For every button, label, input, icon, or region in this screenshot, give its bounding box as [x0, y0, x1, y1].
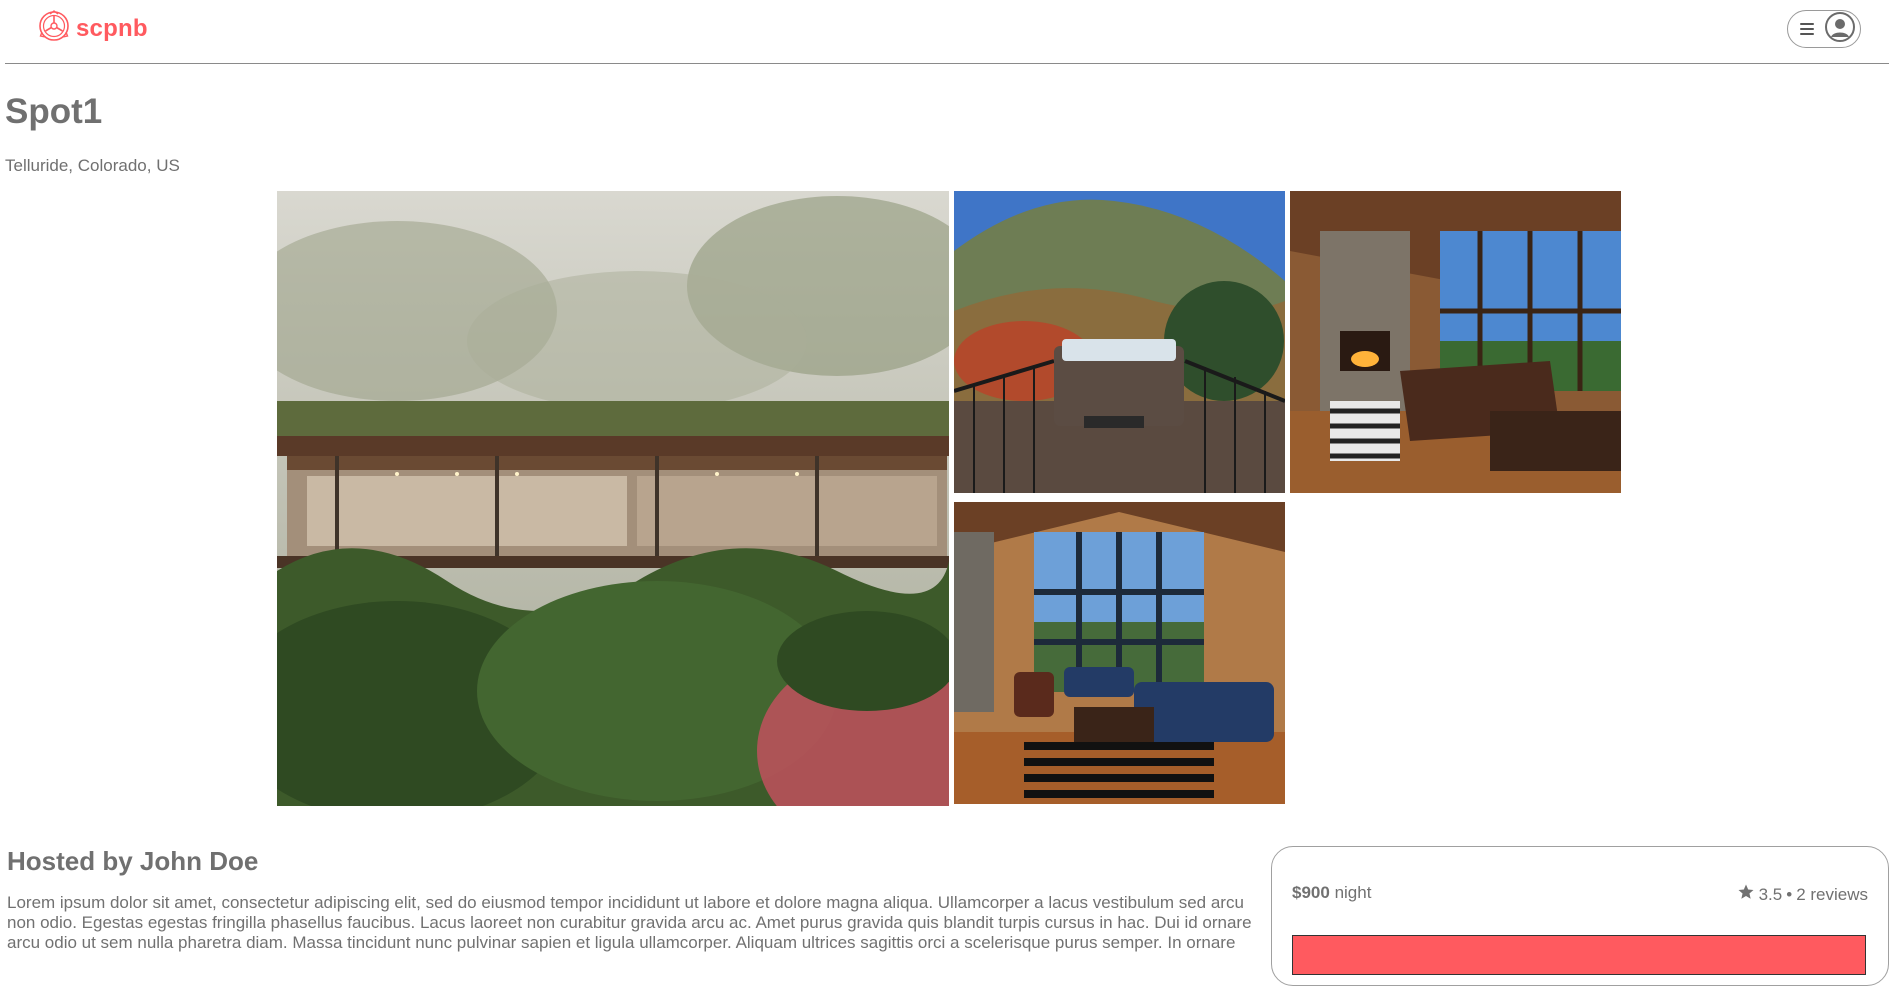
living-room-fireplace-photo[interactable]	[1290, 191, 1621, 493]
review-count[interactable]: 2 reviews	[1796, 885, 1868, 905]
host-heading: Hosted by John Doe	[7, 846, 259, 876]
reserve-button[interactable]	[1292, 935, 1866, 975]
logo-link[interactable]: scpnb	[38, 10, 148, 47]
hot-tub-deck-photo[interactable]	[954, 191, 1285, 493]
top-navigation-bar: scpnb	[5, 0, 1889, 64]
user-avatar-icon	[1825, 11, 1855, 47]
star-icon	[1737, 883, 1755, 906]
spot-title: Spot1	[5, 92, 103, 131]
main-photo[interactable]	[277, 191, 949, 806]
spot-description: Lorem ipsum dolor sit amet, consectetur …	[7, 893, 1252, 952]
living-room-windows-photo[interactable]	[954, 502, 1285, 804]
price-amount: $900	[1292, 883, 1330, 902]
price-per-night: $900 night	[1292, 883, 1371, 903]
price-unit: night	[1334, 883, 1372, 902]
rating-separator: •	[1786, 884, 1793, 904]
rating-value: 3.5	[1758, 884, 1783, 904]
booking-card: $900 night 3.5 • 2 reviews	[1271, 846, 1889, 986]
profile-menu-button[interactable]	[1787, 10, 1861, 48]
scp-logo-icon	[38, 10, 70, 47]
rating-summary: 3.5 • 2 reviews	[1737, 883, 1868, 906]
spot-location: Telluride, Colorado, US	[5, 156, 180, 175]
hamburger-icon	[1800, 23, 1814, 35]
logo-text: scpnb	[76, 14, 148, 42]
